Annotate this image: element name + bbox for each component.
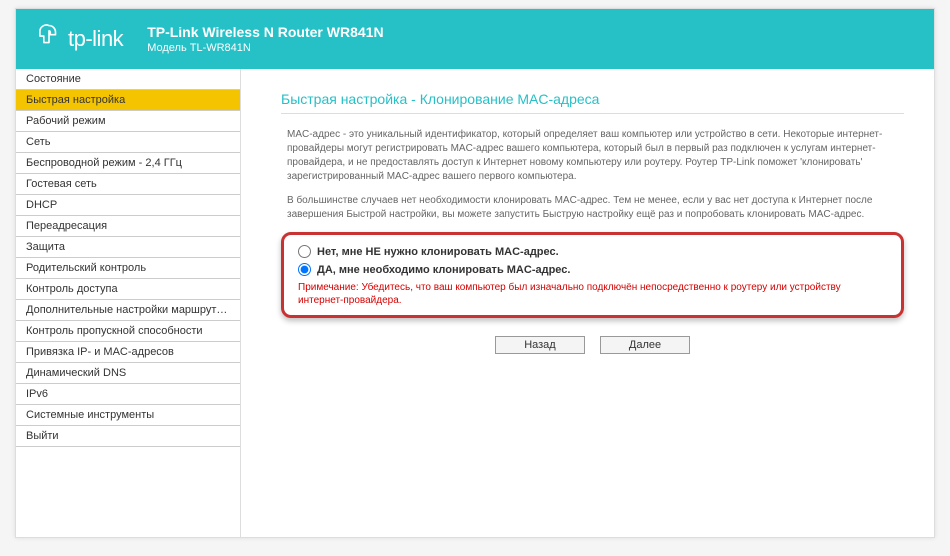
sidebar: СостояниеБыстрая настройкаРабочий режимС… xyxy=(16,69,241,537)
sidebar-item[interactable]: Выйти xyxy=(16,426,240,447)
option-no-label: Нет, мне НЕ нужно клонировать MAC-адрес. xyxy=(317,246,559,258)
sidebar-item[interactable]: Привязка IP- и MAC-адресов xyxy=(16,342,240,363)
description-1: MAC-адрес - это уникальный идентификатор… xyxy=(281,128,904,184)
sidebar-item[interactable]: Динамический DNS xyxy=(16,363,240,384)
note-text: Примечание: Убедитесь, что ваш компьютер… xyxy=(298,281,887,307)
option-no-radio[interactable] xyxy=(298,245,311,258)
sidebar-item[interactable]: Дополнительные настройки маршрутизации xyxy=(16,300,240,321)
header-text: TP-Link Wireless N Router WR841N Модель … xyxy=(147,23,383,55)
model-label: Модель TL-WR841N xyxy=(147,41,383,55)
tp-link-logo-icon xyxy=(36,23,62,55)
sidebar-item[interactable]: Переадресация xyxy=(16,216,240,237)
sidebar-item[interactable]: Контроль пропускной способности xyxy=(16,321,240,342)
brand-logo: tp-link xyxy=(36,23,123,55)
option-no-row[interactable]: Нет, мне НЕ нужно клонировать MAC-адрес. xyxy=(298,245,887,258)
mac-clone-choice-box: Нет, мне НЕ нужно клонировать MAC-адрес.… xyxy=(281,232,904,318)
brand-name: tp-link xyxy=(68,26,123,52)
sidebar-item[interactable]: Быстрая настройка xyxy=(16,90,240,111)
header: tp-link TP-Link Wireless N Router WR841N… xyxy=(16,9,934,69)
sidebar-item[interactable]: Беспроводной режим - 2,4 ГГц xyxy=(16,153,240,174)
sidebar-item[interactable]: Защита xyxy=(16,237,240,258)
next-button[interactable]: Далее xyxy=(600,336,690,354)
sidebar-item[interactable]: Гостевая сеть xyxy=(16,174,240,195)
content-area: Быстрая настройка - Клонирование MAC-адр… xyxy=(241,69,934,537)
option-yes-label: ДА, мне необходимо клонировать MAC-адрес… xyxy=(317,264,570,276)
sidebar-item[interactable]: Рабочий режим xyxy=(16,111,240,132)
title-separator xyxy=(281,113,904,114)
page-title: Быстрая настройка - Клонирование MAC-адр… xyxy=(281,91,904,107)
sidebar-item[interactable]: Родительский контроль xyxy=(16,258,240,279)
option-yes-row[interactable]: ДА, мне необходимо клонировать MAC-адрес… xyxy=(298,263,887,276)
sidebar-item[interactable]: Контроль доступа xyxy=(16,279,240,300)
sidebar-item[interactable]: Системные инструменты xyxy=(16,405,240,426)
sidebar-item[interactable]: DHCP xyxy=(16,195,240,216)
option-yes-radio[interactable] xyxy=(298,263,311,276)
sidebar-item[interactable]: IPv6 xyxy=(16,384,240,405)
back-button[interactable]: Назад xyxy=(495,336,585,354)
description-2: В большинстве случаев нет необходимости … xyxy=(281,194,904,222)
product-title: TP-Link Wireless N Router WR841N xyxy=(147,23,383,41)
sidebar-item[interactable]: Состояние xyxy=(16,69,240,90)
sidebar-item[interactable]: Сеть xyxy=(16,132,240,153)
button-row: Назад Далее xyxy=(281,336,904,354)
